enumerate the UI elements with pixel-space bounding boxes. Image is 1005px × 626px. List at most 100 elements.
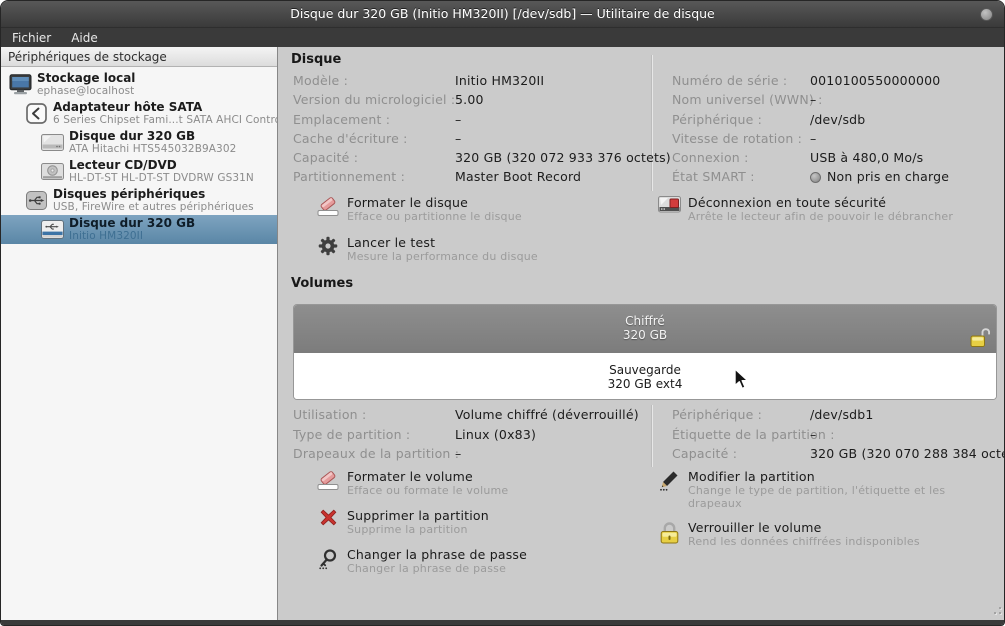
volumes-section-title: Volumes	[291, 276, 353, 291]
sidebar-header: Périphériques de stockage	[1, 47, 277, 67]
action-title: Lancer le test	[347, 235, 538, 250]
field-label: Partitionnement :	[293, 167, 455, 186]
change-passphrase-button[interactable]: Changer la phrase de passe Changer la ph…	[315, 547, 527, 575]
field-value: –	[455, 110, 672, 129]
action-title: Déconnexion en toute sécurité	[688, 195, 953, 210]
lock-open-icon	[970, 326, 990, 352]
action-title: Supprimer la partition	[347, 508, 489, 523]
sidebar-item-local-storage[interactable]: Stockage local ephase@localhost	[1, 70, 277, 99]
window-bottom-border	[1, 620, 1004, 625]
sidebar-item-sata-adapter[interactable]: Adaptateur hôte SATA 6 Series Chipset Fa…	[1, 99, 277, 128]
device-subtitle: ephase@localhost	[37, 85, 135, 98]
field-value: Master Boot Record	[455, 167, 672, 186]
volume-segment-filesystem[interactable]: Sauvegarde 320 GB ext4	[294, 353, 996, 400]
smart-status-text: Non pris en charge	[827, 167, 949, 186]
benchmark-button[interactable]: Lancer le test Mesure la performance du …	[315, 235, 538, 263]
storage-devices-sidebar: Périphériques de stockage Stockage local…	[1, 47, 278, 620]
delete-partition-button[interactable]: Supprimer la partition Supprime la parti…	[315, 508, 489, 536]
action-subtitle: Supprime la partition	[347, 523, 489, 536]
format-volume-button[interactable]: Formater le volume Efface ou formate le …	[315, 469, 508, 497]
computer-icon	[7, 74, 34, 95]
volume-map: Chiffré 320 GB Sauvegarde 320 GB ext4	[293, 304, 997, 400]
encrypted-size: 320 GB	[294, 328, 996, 342]
action-title: Modifier la partition	[688, 469, 993, 484]
field-value: 320 GB (320 072 933 376 octets)	[455, 148, 672, 167]
field-value: /dev/sdb	[810, 110, 949, 129]
resize-grip[interactable]	[989, 602, 1001, 614]
action-subtitle: Mesure la performance du disque	[347, 250, 538, 263]
lock-volume-button[interactable]: Verrouiller le volume Rend les données c…	[656, 520, 920, 548]
field-label: Numéro de série :	[672, 71, 810, 90]
field-value: –	[810, 90, 949, 109]
field-label: Version du micrologiciel :	[293, 90, 455, 109]
action-title: Verrouiller le volume	[688, 520, 920, 535]
edit-partition-button[interactable]: Modifier la partition Change le type de …	[656, 469, 993, 510]
action-subtitle: Rend les données chiffrées indisponibles	[688, 535, 920, 548]
pencil-icon	[656, 469, 682, 510]
field-label: Utilisation :	[293, 405, 455, 425]
main-panel: Disque Modèle : Initio HM320II Numéro de…	[278, 47, 1004, 620]
field-value: Linux (0x83)	[455, 425, 672, 445]
field-label: Périphérique :	[672, 405, 810, 425]
field-label: Capacité :	[672, 444, 810, 464]
field-label: Nom universel (WWN) :	[672, 90, 810, 109]
sidebar-item-usb-disk-selected[interactable]: Disque dur 320 GB Initio HM320II	[1, 215, 277, 244]
eraser-icon	[315, 195, 341, 223]
gear-icon	[315, 235, 341, 263]
volume-fields: Utilisation : Volume chiffré (déverrouil…	[293, 405, 1005, 464]
sidebar-item-optical-drive[interactable]: Lecteur CD/DVD HL-DT-ST HL-DT-ST DVDRW G…	[1, 157, 277, 186]
eraser-icon	[315, 469, 341, 497]
window-close-button[interactable]	[980, 8, 993, 21]
field-value: USB à 480,0 Mo/s	[810, 148, 949, 167]
action-title: Formater le disque	[347, 195, 522, 210]
smart-status: Non pris en charge	[810, 167, 949, 186]
action-subtitle: Change le type de partition, l'étiquette…	[688, 484, 993, 510]
field-label: Connexion :	[672, 148, 810, 167]
field-value: 320 GB (320 070 288 384 octets)	[810, 444, 1005, 464]
volume-segment-encrypted[interactable]: Chiffré 320 GB	[294, 305, 996, 353]
action-title: Changer la phrase de passe	[347, 547, 527, 562]
field-value: –	[810, 425, 1005, 445]
field-label: Type de partition :	[293, 425, 455, 445]
usb-drive-icon	[39, 220, 66, 239]
format-disk-button[interactable]: Formater le disque Efface ou partitionne…	[315, 195, 522, 223]
hard-disk-icon	[39, 134, 66, 151]
action-subtitle: Efface ou formate le volume	[347, 484, 508, 497]
device-title: Stockage local	[37, 72, 135, 85]
smart-status-dot	[810, 172, 821, 183]
device-subtitle: ATA Hitachi HTS545032B9A302	[69, 143, 236, 156]
field-value: –	[455, 129, 672, 148]
filesystem-size: 320 GB ext4	[294, 377, 996, 391]
field-value: 5.00	[455, 90, 672, 109]
field-label: Capacité :	[293, 148, 455, 167]
sata-adapter-icon	[23, 103, 50, 124]
field-label: Étiquette de la partition :	[672, 425, 810, 445]
field-label: Vitesse de rotation :	[672, 129, 810, 148]
sidebar-item-internal-disk[interactable]: Disque dur 320 GB ATA Hitachi HTS545032B…	[1, 128, 277, 157]
disk-utility-window: Disque dur 320 GB (Initio HM320II) [/dev…	[0, 0, 1005, 626]
field-label: Drapeaux de la partition :	[293, 444, 455, 464]
safe-removal-button[interactable]: Déconnexion en toute sécurité Arrête le …	[656, 195, 953, 223]
menu-file[interactable]: Fichier	[12, 31, 51, 45]
device-title: Disque dur 320 GB	[69, 217, 195, 230]
menubar: Fichier Aide	[1, 28, 1004, 47]
field-label: Emplacement :	[293, 110, 455, 129]
key-icon	[315, 547, 341, 575]
optical-drive-icon	[39, 163, 66, 180]
field-value: –	[810, 129, 949, 148]
action-subtitle: Efface ou partitionne le disque	[347, 210, 522, 223]
sidebar-item-peripheral-devices[interactable]: Disques périphériques USB, FireWire et a…	[1, 186, 277, 215]
disk-section-title: Disque	[291, 52, 341, 67]
action-subtitle: Arrête le lecteur afin de pouvoir le déb…	[688, 210, 953, 223]
device-tree: Stockage local ephase@localhost Adaptate…	[1, 67, 277, 244]
field-value: Initio HM320II	[455, 71, 672, 90]
field-value: –	[455, 444, 672, 464]
field-value: 0010100550000000	[810, 71, 949, 90]
field-value: Volume chiffré (déverrouillé)	[455, 405, 672, 425]
device-title: Disques périphériques	[53, 188, 254, 201]
device-subtitle: 6 Series Chipset Fami...t SATA AHCI Cont…	[53, 114, 277, 127]
menu-help[interactable]: Aide	[71, 31, 98, 45]
device-title: Disque dur 320 GB	[69, 130, 236, 143]
device-subtitle: HL-DT-ST HL-DT-ST DVDRW GS31N	[69, 172, 254, 185]
action-title: Formater le volume	[347, 469, 508, 484]
